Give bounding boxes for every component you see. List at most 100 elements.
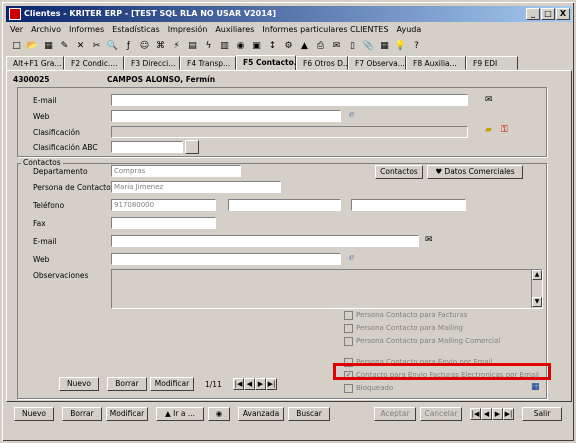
folder-icon[interactable]: ▰ bbox=[485, 125, 492, 135]
chart-icon[interactable]: ▲ bbox=[298, 40, 311, 53]
check-bloqueado[interactable]: Bloqueado bbox=[344, 383, 393, 393]
prev-record-icon[interactable]: ◀ bbox=[244, 378, 255, 390]
sort-icon[interactable]: ↕ bbox=[266, 40, 279, 53]
plugin-icon[interactable]: ⚙ bbox=[282, 40, 295, 53]
save-icon[interactable]: ▦ bbox=[42, 40, 55, 53]
checkbox-icon[interactable] bbox=[344, 336, 353, 346]
bulb-icon[interactable]: 💡 bbox=[394, 40, 407, 53]
checkbox-icon[interactable] bbox=[344, 323, 353, 333]
avanzada-button[interactable]: Avanzada bbox=[238, 407, 284, 421]
search-icon[interactable]: 🔍 bbox=[106, 40, 119, 53]
check-mailing[interactable]: Persona Contacto para Mailing bbox=[344, 323, 463, 333]
delete-icon[interactable]: ✕ bbox=[74, 40, 87, 53]
contacto-email-field[interactable] bbox=[111, 235, 419, 247]
people-icon[interactable]: ☺ bbox=[138, 40, 151, 53]
maximize-button[interactable]: □ bbox=[541, 8, 555, 20]
fax-field[interactable] bbox=[111, 217, 216, 229]
observaciones-scrollbar[interactable]: ▲ ▼ bbox=[531, 270, 542, 308]
nav-first-icon[interactable]: |◀ bbox=[470, 408, 481, 420]
print-icon[interactable]: ⎙ bbox=[314, 40, 327, 53]
open-icon[interactable]: 📂 bbox=[26, 40, 39, 53]
contactos-button[interactable]: Contactos bbox=[375, 165, 423, 179]
telefono2-field[interactable] bbox=[228, 199, 341, 211]
tab-graficos[interactable]: Alt+F1 Gra... bbox=[6, 56, 64, 70]
checkbox-icon[interactable] bbox=[344, 383, 353, 393]
card-icon[interactable]: ▣ bbox=[250, 40, 263, 53]
datos-comerciales-button[interactable]: ♥ Datos Comerciales bbox=[427, 165, 523, 179]
camera-icon[interactable]: ◉ bbox=[234, 40, 247, 53]
email-field[interactable] bbox=[111, 94, 468, 106]
tab-observaciones[interactable]: F7 Observa... bbox=[348, 56, 406, 70]
tab-auxiliares[interactable]: F8 Auxilia... bbox=[406, 56, 466, 70]
ir-a-button[interactable]: ▲ Ir a ... bbox=[156, 407, 204, 421]
contacto-nuevo-button[interactable]: Nuevo bbox=[59, 377, 99, 391]
modificar-button[interactable]: Modificar bbox=[106, 407, 148, 421]
key-icon[interactable]: ⚿ bbox=[501, 125, 508, 135]
menu-ayuda[interactable]: Ayuda bbox=[397, 23, 422, 37]
edit-icon[interactable]: ✎ bbox=[58, 40, 71, 53]
persona-contacto-field[interactable]: Maria Jimenez bbox=[111, 181, 281, 193]
contacto-browser-icon[interactable]: ℯ bbox=[349, 253, 354, 263]
menu-archivo[interactable]: Archivo bbox=[31, 23, 61, 37]
last-record-icon[interactable]: ▶| bbox=[266, 378, 277, 390]
contacto-mail-icon[interactable]: ✉ bbox=[425, 235, 433, 245]
help-icon[interactable]: ? bbox=[410, 40, 423, 53]
next-record-icon[interactable]: ▶ bbox=[255, 378, 266, 390]
contacto-borrar-button[interactable]: Borrar bbox=[107, 377, 147, 391]
borrar-button[interactable]: Borrar bbox=[62, 407, 102, 421]
cancelar-button[interactable]: Cancelar bbox=[420, 407, 462, 421]
menu-ver[interactable]: Ver bbox=[10, 23, 23, 37]
tab-transporte[interactable]: F4 Transp... bbox=[180, 56, 236, 70]
aceptar-button[interactable]: Aceptar bbox=[374, 407, 416, 421]
scroll-down-icon[interactable]: ▼ bbox=[532, 297, 542, 307]
observaciones-field[interactable] bbox=[111, 269, 543, 309]
grid-icon[interactable]: ▦ bbox=[531, 382, 540, 392]
tab-direcciones[interactable]: F3 Direcci... bbox=[124, 56, 180, 70]
nuevo-button[interactable]: Nuevo bbox=[14, 407, 54, 421]
table-icon[interactable]: ▤ bbox=[186, 40, 199, 53]
brush-icon[interactable]: ƒ bbox=[122, 40, 135, 53]
browser-icon[interactable]: ℯ bbox=[349, 110, 354, 120]
contacto-modificar-button[interactable]: Modificar bbox=[150, 377, 194, 391]
tab-condiciones[interactable]: F2 Condic.... bbox=[64, 56, 124, 70]
clasificacion-field[interactable] bbox=[111, 126, 468, 138]
menu-informes-particulares[interactable]: Informes particulares CLIENTES bbox=[262, 23, 388, 37]
mail-icon[interactable]: ✉ bbox=[485, 95, 493, 105]
attach-icon[interactable]: 📎 bbox=[362, 40, 375, 53]
link-icon[interactable]: ⚡ bbox=[170, 40, 183, 53]
tab-otros-datos[interactable]: F6 Otros D... bbox=[296, 56, 350, 70]
close-button[interactable]: X bbox=[556, 8, 570, 20]
filter-icon[interactable]: ⌘ bbox=[154, 40, 167, 53]
doc-icon[interactable]: ▯ bbox=[346, 40, 359, 53]
menu-informes[interactable]: Informes bbox=[69, 23, 104, 37]
minimize-button[interactable]: _ bbox=[526, 8, 540, 20]
nav-prev-icon[interactable]: ◀ bbox=[481, 408, 492, 420]
first-record-icon[interactable]: |◀ bbox=[233, 378, 244, 390]
check-mailing-comercial[interactable]: Persona Contacto para Mailing Comercial bbox=[344, 336, 500, 346]
lightning-icon[interactable]: ϟ bbox=[202, 40, 215, 53]
tab-edi[interactable]: F9 EDI bbox=[466, 56, 518, 70]
buscar-button[interactable]: Buscar bbox=[288, 407, 330, 421]
contacto-web-field[interactable] bbox=[111, 253, 341, 265]
grid-icon[interactable]: ▦ bbox=[378, 40, 391, 53]
nav-next-icon[interactable]: ▶ bbox=[492, 408, 503, 420]
cut-icon[interactable]: ✂ bbox=[90, 40, 103, 53]
globe-button[interactable]: ◉ bbox=[208, 407, 230, 421]
nav-last-icon[interactable]: ▶| bbox=[503, 408, 514, 420]
scroll-up-icon[interactable]: ▲ bbox=[532, 270, 542, 280]
menu-impresion[interactable]: Impresión bbox=[168, 23, 208, 37]
menu-estadisticas[interactable]: Estadísticas bbox=[112, 23, 160, 37]
new-doc-icon[interactable]: □ bbox=[10, 40, 23, 53]
tab-contactos[interactable]: F5 Contacto... bbox=[236, 55, 302, 70]
telefono-field[interactable]: 917080000 bbox=[111, 199, 216, 211]
salir-button[interactable]: Salir bbox=[522, 407, 562, 421]
departamento-field[interactable]: Compras bbox=[111, 165, 241, 177]
clasificacion-abc-field[interactable] bbox=[111, 141, 183, 153]
menu-auxiliares[interactable]: Auxiliares bbox=[215, 23, 254, 37]
web-field[interactable] bbox=[111, 110, 341, 122]
checkbox-icon[interactable] bbox=[344, 310, 353, 320]
clasificacion-abc-lookup-button[interactable] bbox=[185, 140, 199, 154]
mail-icon[interactable]: ✉ bbox=[330, 40, 343, 53]
calculator-icon[interactable]: ▥ bbox=[218, 40, 231, 53]
check-facturas[interactable]: Persona Contacto para Facturas bbox=[344, 310, 467, 320]
